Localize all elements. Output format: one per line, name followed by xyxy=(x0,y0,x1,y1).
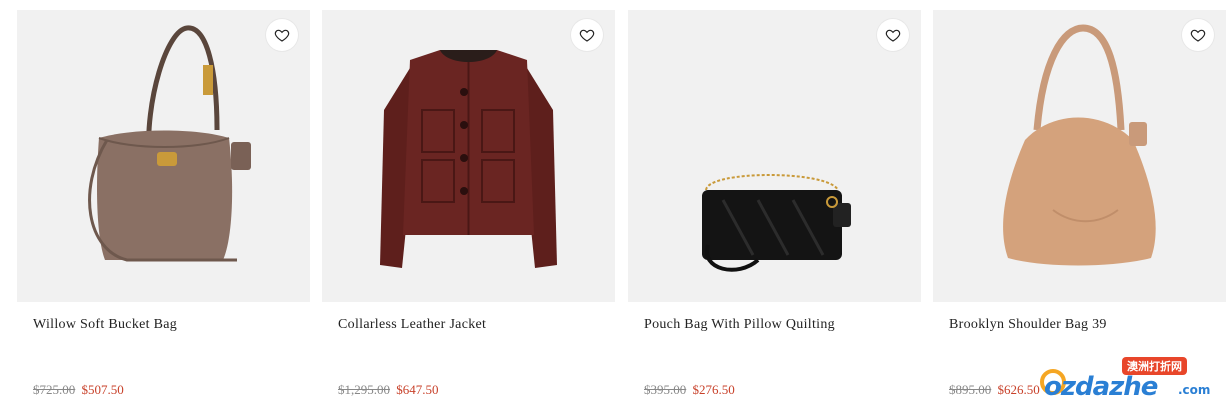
wishlist-button[interactable] xyxy=(571,19,603,51)
product-card[interactable]: Collarless Leather Jacket $1,295.00 $647… xyxy=(322,10,615,414)
heart-icon xyxy=(1190,29,1206,42)
product-image[interactable] xyxy=(933,10,1226,302)
bucket-bag-image xyxy=(88,25,251,262)
wishlist-button[interactable] xyxy=(1182,19,1214,51)
product-price: $895.00 $626.50 xyxy=(949,382,1040,398)
original-price: $725.00 xyxy=(33,382,76,397)
product-grid: Willow Soft Bucket Bag $725.00 $507.50 C… xyxy=(0,0,1226,414)
heart-icon xyxy=(885,29,901,42)
leather-jacket-image xyxy=(380,50,557,268)
product-image[interactable] xyxy=(17,10,310,302)
product-card[interactable]: Brooklyn Shoulder Bag 39 $895.00 $626.50 xyxy=(933,10,1226,414)
shoulder-bag-image xyxy=(1003,24,1156,266)
sale-price: $507.50 xyxy=(81,382,124,397)
quilted-pouch-image xyxy=(702,174,851,272)
product-name[interactable]: Pouch Bag With Pillow Quilting xyxy=(644,317,835,333)
product-price: $725.00 $507.50 xyxy=(33,382,124,398)
sale-price: $626.50 xyxy=(997,382,1040,397)
heart-icon xyxy=(579,29,595,42)
original-price: $1,295.00 xyxy=(338,382,390,397)
product-card[interactable]: Willow Soft Bucket Bag $725.00 $507.50 xyxy=(17,10,310,414)
product-name[interactable]: Brooklyn Shoulder Bag 39 xyxy=(949,317,1107,333)
original-price: $395.00 xyxy=(644,382,687,397)
watermark-brand: ozdazhe xyxy=(1044,372,1158,402)
sale-price: $276.50 xyxy=(692,382,735,397)
wishlist-button[interactable] xyxy=(877,19,909,51)
product-price: $395.00 $276.50 xyxy=(644,382,735,398)
product-image[interactable] xyxy=(628,10,921,302)
product-card[interactable]: Pouch Bag With Pillow Quilting $395.00 $… xyxy=(628,10,921,414)
original-price: $895.00 xyxy=(949,382,992,397)
wishlist-button[interactable] xyxy=(266,19,298,51)
watermark-domain: .com xyxy=(1178,383,1211,397)
product-name[interactable]: Collarless Leather Jacket xyxy=(338,317,486,333)
product-name[interactable]: Willow Soft Bucket Bag xyxy=(33,317,177,333)
watermark-logo: 澳洲打折网 ozdazhe .com xyxy=(1040,355,1220,410)
heart-icon xyxy=(274,29,290,42)
product-price: $1,295.00 $647.50 xyxy=(338,382,439,398)
product-image[interactable] xyxy=(322,10,615,302)
sale-price: $647.50 xyxy=(396,382,439,397)
